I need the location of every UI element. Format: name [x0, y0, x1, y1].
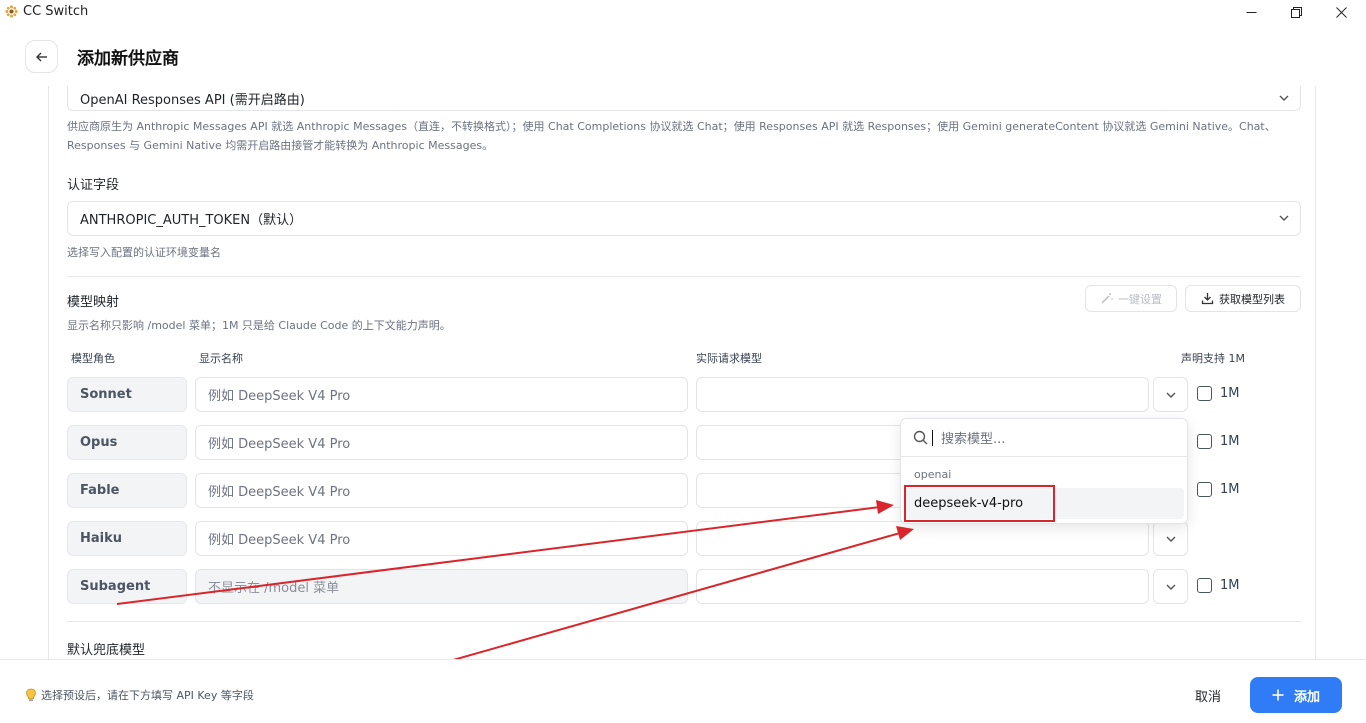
download-icon: [1201, 293, 1214, 305]
actual-model-input[interactable]: [696, 569, 1149, 604]
footer-tip-text: 选择预设后，请在下方填写 API Key 等字段: [41, 689, 254, 702]
model-group-label: openai: [914, 468, 952, 481]
cancel-button[interactable]: 取消: [1178, 678, 1238, 712]
add-button-label: 添加: [1293, 689, 1320, 705]
api-format-value: OpenAI Responses API (需开启路由): [80, 93, 305, 108]
col-1m-header: 声明支持 1M: [1181, 352, 1245, 365]
page-title: 添加新供应商: [77, 49, 179, 69]
page-header: 添加新供应商: [0, 24, 1366, 86]
close-button[interactable]: [1318, 0, 1364, 24]
support-1m-label: 1M: [1220, 386, 1240, 401]
text-caret: [932, 429, 933, 446]
back-button[interactable]: [25, 40, 58, 73]
model-mapping-hint: 显示名称只影响 /model 菜单；1M 只是给 Claude Code 的上下…: [67, 319, 451, 332]
api-format-hint-line2: Responses 与 Gemini Native 均需开启路由接管才能转换为 …: [67, 139, 494, 152]
support-1m-checkbox[interactable]: [1197, 482, 1212, 497]
maximize-button[interactable]: [1273, 0, 1319, 24]
role-haiku: Haiku: [67, 521, 187, 556]
support-1m-label: 1M: [1220, 482, 1240, 497]
fallback-model-label: 默认兜底模型: [67, 643, 146, 658]
model-search-input[interactable]: 搜索模型...: [901, 419, 1187, 457]
lightbulb-icon: [26, 688, 36, 702]
fetch-models-label: 获取模型列表: [1219, 292, 1285, 306]
close-icon: [1335, 6, 1347, 18]
role-fable: Fable: [67, 473, 187, 508]
one-click-setup-button[interactable]: 一键设置: [1085, 285, 1177, 312]
chevron-down-icon: [1166, 392, 1175, 398]
support-1m-checkbox[interactable]: [1197, 434, 1212, 449]
one-click-setup-label: 一键设置: [1118, 292, 1162, 306]
footer-tip: 选择预设后，请在下方填写 API Key 等字段: [25, 687, 254, 703]
plus-icon: [1272, 689, 1284, 701]
model-dropdown-button[interactable]: [1153, 569, 1188, 604]
display-name-input-disabled: 不显示在 /model 菜单: [195, 569, 688, 604]
sunflower-icon: [5, 5, 18, 18]
display-name-input[interactable]: 例如 DeepSeek V4 Pro: [195, 425, 688, 460]
auth-field-value: ANTHROPIC_AUTH_TOKEN（默认）: [80, 213, 303, 228]
support-1m-checkbox[interactable]: [1197, 578, 1212, 593]
title-bar: CC Switch: [0, 0, 1366, 24]
model-dropdown-button[interactable]: [1153, 521, 1188, 556]
api-format-hint: 供应商原生为 Anthropic Messages API 就选 Anthrop…: [67, 117, 1297, 155]
role-subagent: Subagent: [67, 569, 187, 604]
model-mapping-title: 模型映射: [67, 295, 120, 310]
col-display-header: 显示名称: [199, 352, 243, 365]
minimize-button[interactable]: [1228, 0, 1274, 24]
chevron-down-icon: [1279, 215, 1289, 221]
api-format-select[interactable]: OpenAI Responses API (需开启路由): [67, 86, 1301, 111]
col-actual-header: 实际请求模型: [696, 352, 762, 365]
display-name-input[interactable]: 例如 DeepSeek V4 Pro: [195, 521, 688, 556]
actual-model-input[interactable]: [696, 521, 1149, 556]
auth-field-label: 认证字段: [67, 178, 120, 193]
add-button[interactable]: 添加: [1250, 677, 1342, 713]
chevron-down-icon: [1166, 584, 1175, 590]
display-name-input[interactable]: 例如 DeepSeek V4 Pro: [195, 377, 688, 412]
support-1m-toggle[interactable]: 1M: [1197, 578, 1240, 593]
minimize-icon: [1246, 11, 1256, 13]
magic-wand-icon: [1101, 293, 1113, 304]
section-divider: [67, 276, 1301, 277]
footer-bar: 选择预设后，请在下方填写 API Key 等字段 取消 添加: [0, 659, 1366, 723]
role-opus: Opus: [67, 425, 187, 460]
api-format-hint-line1: 供应商原生为 Anthropic Messages API 就选 Anthrop…: [67, 120, 1276, 133]
restore-icon: [1290, 6, 1302, 18]
role-sonnet: Sonnet: [67, 377, 187, 412]
section-divider: [67, 621, 1301, 622]
highlight-box: [904, 485, 1055, 522]
display-name-input[interactable]: 例如 DeepSeek V4 Pro: [195, 473, 688, 508]
fetch-models-button[interactable]: 获取模型列表: [1185, 285, 1301, 312]
chevron-down-icon: [1279, 95, 1289, 101]
arrow-left-icon: [35, 52, 47, 61]
support-1m-label: 1M: [1220, 578, 1240, 593]
support-1m-toggle[interactable]: 1M: [1197, 386, 1240, 401]
model-search-placeholder: 搜索模型...: [941, 432, 1006, 447]
auth-field-select[interactable]: ANTHROPIC_AUTH_TOKEN（默认）: [67, 201, 1301, 236]
auth-field-hint: 选择写入配置的认证环境变量名: [67, 246, 221, 259]
search-icon: [913, 430, 928, 445]
form-panel: OpenAI Responses API (需开启路由) 供应商原生为 Anth…: [48, 86, 1316, 662]
col-role-header: 模型角色: [71, 352, 115, 365]
actual-model-input[interactable]: [696, 377, 1149, 412]
support-1m-toggle[interactable]: 1M: [1197, 434, 1240, 449]
chevron-down-icon: [1166, 536, 1175, 542]
window-title: CC Switch: [23, 4, 89, 19]
support-1m-label: 1M: [1220, 434, 1240, 449]
model-dropdown-button[interactable]: [1153, 377, 1188, 412]
support-1m-checkbox[interactable]: [1197, 386, 1212, 401]
support-1m-toggle[interactable]: 1M: [1197, 482, 1240, 497]
